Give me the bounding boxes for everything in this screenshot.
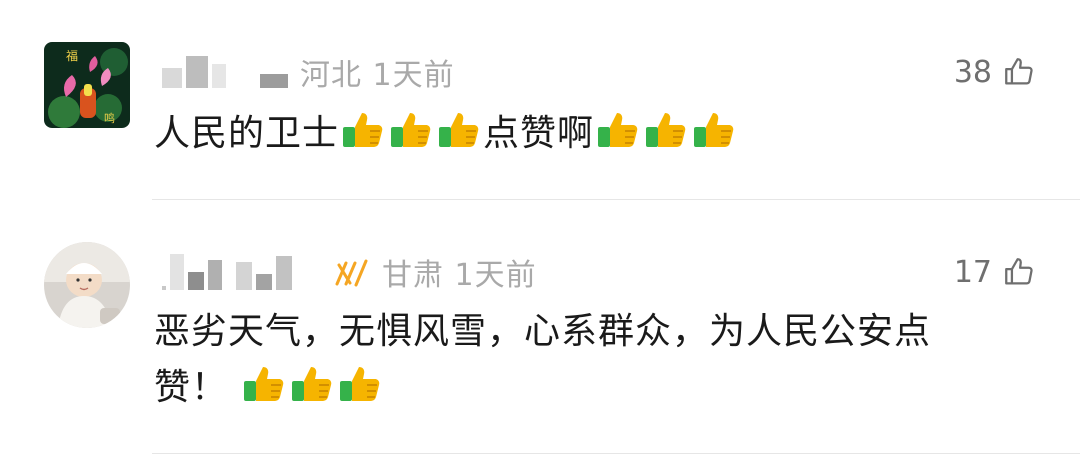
svg-text:鸣: 鸣 <box>104 111 115 125</box>
like-control[interactable]: 17 <box>954 250 1036 294</box>
thumbs-up-emoji-icon <box>337 363 383 405</box>
like-count: 17 <box>953 254 992 290</box>
comment-text: 人民的卫士 点赞啊 <box>154 106 1020 162</box>
thumbs-up-emoji-icon <box>241 363 287 405</box>
location-time: 河北 1天前 <box>300 58 455 93</box>
avatar[interactable] <box>44 242 130 328</box>
thumbs-up-emoji-icon <box>643 109 689 151</box>
comment-text-part: 人民的卫士 <box>154 113 340 154</box>
comment-meta: 甘肃 1天前 <box>162 250 537 294</box>
svg-text:福: 福 <box>66 48 78 63</box>
signal-badge-icon[interactable] <box>334 257 368 287</box>
comment-text-line: 恶劣天气，无惧风雪，心系群众，为人民公安点 <box>154 311 932 352</box>
comment-meta: 河北 1天前 <box>162 50 455 94</box>
thumbs-up-icon[interactable] <box>1002 255 1036 289</box>
thumbs-up-emoji-icon <box>436 109 482 151</box>
like-count: 38 <box>953 54 992 90</box>
blurred-username[interactable] <box>162 254 292 290</box>
thumbs-up-emoji-icon <box>340 109 386 151</box>
thumbs-up-emoji-icon <box>289 363 335 405</box>
comment-text-part: 点赞啊 <box>483 113 595 154</box>
thumbs-up-emoji-icon <box>691 109 737 151</box>
blurred-username[interactable] <box>162 56 288 88</box>
like-control[interactable]: 38 <box>954 50 1036 94</box>
comment-divider <box>152 453 1080 454</box>
comment-item: 甘肃 1天前 17 恶劣天气，无惧风雪，心系群众，为人民公安点 赞！ <box>0 200 1080 457</box>
comment-text-part: 赞！ <box>154 367 229 408</box>
thumbs-up-icon[interactable] <box>1002 55 1036 89</box>
comment-text-line-2: 赞！ <box>154 360 1020 416</box>
comment-text: 恶劣天气，无惧风雪，心系群众，为人民公安点 赞！ <box>154 304 1020 416</box>
thumbs-up-emoji-icon <box>595 109 641 151</box>
avatar[interactable]: 福 鸣 <box>44 42 130 128</box>
location-time: 甘肃 1天前 <box>382 258 537 293</box>
comment-item: 福 鸣 河北 1天前 38 人民的卫士 点赞啊 <box>0 0 1080 200</box>
thumbs-up-emoji-icon <box>388 109 434 151</box>
